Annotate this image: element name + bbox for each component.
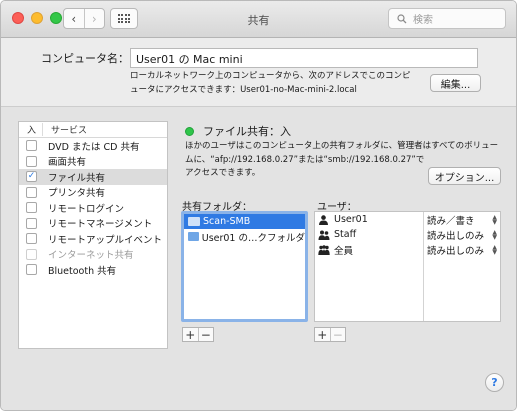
address-desc-line: ローカルネットワーク上のコンピュータから、次のアドレスでこのコンピ [130,71,411,81]
service-row[interactable]: インターネット共有 [19,247,167,263]
column-header-service[interactable]: サービス [43,123,87,136]
help-button[interactable]: ? [485,373,504,392]
search-field[interactable]: 検索 [388,8,506,29]
preferences-window: ‹ › 共有 検索 コンピュータ名： User01 の Mac mini ローカ… [0,0,517,411]
person-icon [318,214,330,225]
shared-folder-row[interactable]: Scan-SMB [184,214,305,229]
status-text: ファイル共有：入 [203,125,291,138]
sharing-desc-line: ほかのユーザはこのコンピュータ上の共有フォルダに、管理者はすべてのボリュー [185,141,499,151]
service-label: リモートログイン [48,203,125,215]
permission-popup[interactable]: 読み／書き [423,213,493,227]
computer-name-field[interactable]: User01 の Mac mini [130,48,478,68]
popup-arrows-icon: ▲ ▼ [492,243,497,256]
column-header-on[interactable]: 入 [19,123,43,136]
service-row[interactable]: リモートアップルイベント [19,231,167,247]
service-row[interactable]: DVD または CD 共有 [19,138,167,154]
permission-popup[interactable]: 読み出しのみ [423,243,493,257]
checkbox[interactable] [26,186,37,198]
user-row[interactable]: Staff 読み出しのみ ▲ ▼ [315,227,500,242]
add-user-button[interactable]: + [315,328,330,341]
service-label: DVD または CD 共有 [48,141,140,153]
user-add-remove: + − [314,327,346,342]
everyone-icon [318,244,330,255]
remove-folder-button[interactable]: − [197,328,214,341]
service-row[interactable]: 画面共有 [19,154,167,170]
checkbox-checked[interactable]: ✓ [26,171,37,183]
checkbox[interactable] [26,155,37,167]
status-indicator [185,126,194,136]
service-row[interactable]: ✓ ファイル共有 [19,169,167,185]
file-sharing-status: ファイル共有：入 [185,123,291,139]
checkbox[interactable] [26,264,37,276]
user-row[interactable]: 全員 読み出しのみ ▲ ▼ [315,242,500,257]
folder-icon [188,217,200,226]
shared-folders-list[interactable]: Scan-SMB User01 の…クフォルダ [181,211,308,322]
title-bar: ‹ › 共有 検索 [1,1,516,38]
checkbox[interactable] [26,248,37,260]
folder-icon [188,232,199,241]
checkbox[interactable] [26,217,37,229]
service-label: リモートアップルイベント [48,234,163,246]
user-name: 全員 [334,245,354,257]
user-name: User01 [334,214,368,225]
service-row[interactable]: プリンタ共有 [19,185,167,201]
search-icon [397,13,407,23]
popup-arrows-icon: ▲ ▼ [492,213,497,226]
edit-button[interactable]: 編集... [430,74,481,92]
service-row[interactable]: Bluetooth 共有 [19,262,167,278]
user-name-cell: Staff [315,229,423,240]
search-placeholder: 検索 [413,15,433,26]
service-row[interactable]: リモートログイン [19,200,167,216]
remove-user-button[interactable]: − [329,328,346,341]
group-icon [318,230,330,240]
services-header: 入 サービス [19,122,167,138]
sharing-desc-line: ムに、“afp://192.168.0.27”または“smb://192.168… [185,154,425,165]
options-button[interactable]: オプション... [428,167,501,185]
service-row[interactable]: リモートマネージメント [19,216,167,232]
checkbox[interactable] [26,140,37,152]
folder-name: User01 の…クフォルダ [201,232,305,244]
services-list: 入 サービス DVD または CD 共有 画面共有 ✓ ファイル共有 プリンタ共有リモー… [18,121,168,349]
users-list[interactable]: User01 読み／書き ▲ ▼ Staff 読み出しのみ ▲ ▼ 全員 読み出しのみ ▲ ▼ [314,211,501,322]
user-name-cell: User01 [315,214,423,225]
folder-name: Scan-SMB [203,216,251,227]
sharing-section: 入 サービス DVD または CD 共有 画面共有 ✓ ファイル共有 プリンタ共有リモー… [1,107,516,410]
popup-arrows-icon: ▲ ▼ [492,228,497,241]
user-name: Staff [334,229,357,240]
shared-folder-row[interactable]: User01 の…クフォルダ [184,229,305,244]
computer-address-description: ローカルネットワーク上のコンピュータから、次のアドレスでこのコンピ ュータにアク… [130,70,430,97]
computer-name-label: コンピュータ名： [41,52,129,65]
service-label: 画面共有 [48,157,87,169]
checkbox[interactable] [26,233,37,245]
service-label: インターネット共有 [48,250,134,262]
service-label: プリンタ共有 [48,188,106,200]
address-desc-line: ュータにアクセスできます：User01-no-Mac-mini-2.local [130,84,357,95]
service-label: ファイル共有 [48,172,106,184]
add-folder-button[interactable]: + [183,328,198,341]
checkbox[interactable] [26,202,37,214]
user-row[interactable]: User01 読み／書き ▲ ▼ [315,212,500,227]
permission-popup[interactable]: 読み出しのみ [423,228,493,242]
service-label: Bluetooth 共有 [48,265,117,277]
computer-name-section: コンピュータ名： User01 の Mac mini ローカルネットワーク上のコ… [1,38,516,107]
service-label: リモートマネージメント [48,219,153,231]
user-name-cell: 全員 [315,243,423,257]
folder-add-remove: + − [182,327,214,342]
